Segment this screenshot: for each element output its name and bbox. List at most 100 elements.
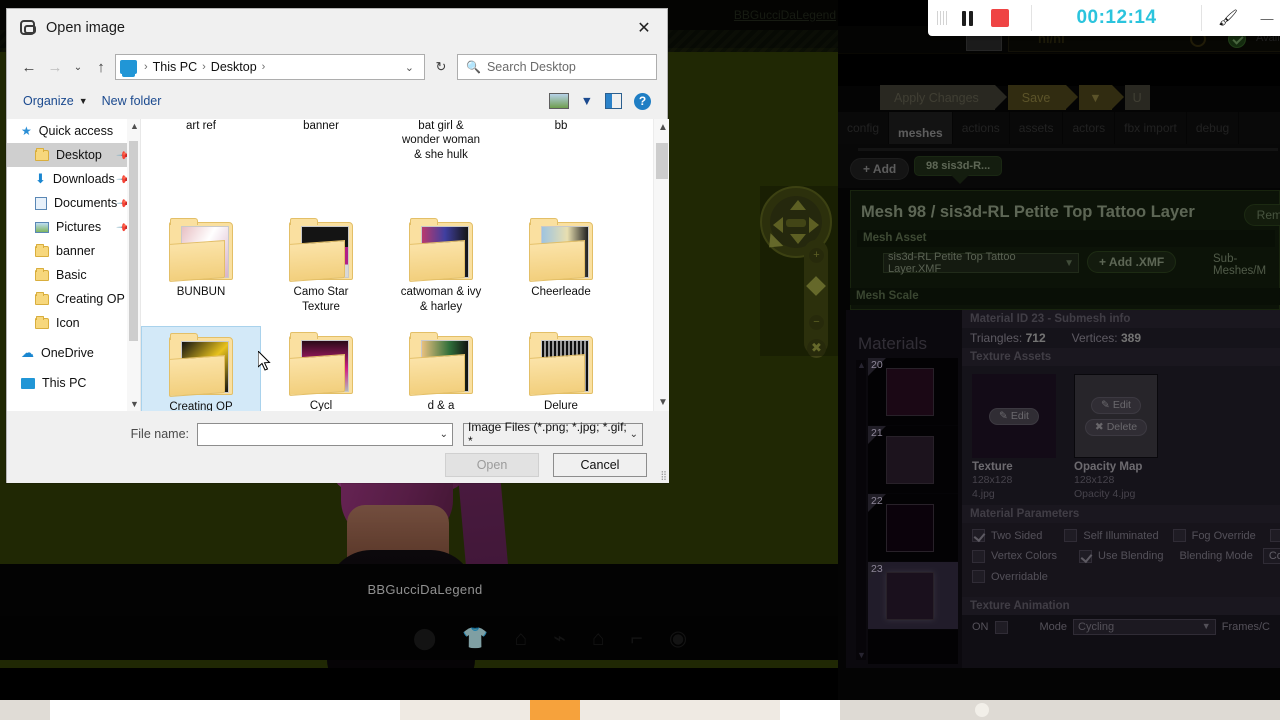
tab-fbx-import[interactable]: fbx import bbox=[1115, 112, 1187, 144]
places-scrollbar[interactable]: ▲ ▼ bbox=[127, 119, 140, 411]
windows-taskbar[interactable] bbox=[0, 700, 1280, 720]
view-icon[interactable] bbox=[548, 93, 569, 109]
scroll-up-icon[interactable]: ▲ bbox=[130, 121, 139, 131]
taskbar-segment[interactable] bbox=[580, 700, 780, 720]
taskbar-segment[interactable] bbox=[840, 700, 1280, 720]
material-item-20[interactable]: 20 bbox=[868, 358, 958, 426]
save-dropdown-button[interactable]: ▼ bbox=[1079, 85, 1125, 110]
file-name-field[interactable] bbox=[202, 427, 440, 441]
action-ribbon[interactable]: Apply Changes Save ▼ U bbox=[880, 85, 1150, 110]
navigation-gizmo[interactable]: + − ✖ bbox=[760, 186, 840, 358]
minimize-button[interactable]: — bbox=[1254, 11, 1280, 26]
dialog-nav-row[interactable]: ← → ⌄ ↑ › This PC › Desktop › ⌄ ↻ 🔍 Sear… bbox=[7, 47, 667, 87]
materials-area[interactable]: Materials ▲ ▼ 20 21 22 23 Material ID 23… bbox=[846, 310, 1280, 668]
texture-asset-opacity-map[interactable]: ✎ Edit ✖ Delete Opacity Map 128x128 Opac… bbox=[1074, 374, 1158, 501]
scroll-down-icon[interactable]: ▼ bbox=[658, 397, 668, 408]
file-item-banner[interactable]: banner bbox=[261, 119, 381, 168]
back-button[interactable]: ← bbox=[17, 54, 41, 80]
new-folder-button[interactable]: New folder bbox=[102, 94, 176, 108]
file-item-catwoman-ivy-harley[interactable]: catwoman & ivy & harley bbox=[381, 212, 501, 320]
texture-asset-texture[interactable]: ✎ Edit Texture 128x128 4.jpg bbox=[972, 374, 1056, 501]
brush-icon[interactable]: 🖌 bbox=[1202, 8, 1254, 28]
save-button[interactable]: Save bbox=[1007, 85, 1078, 110]
scroll-down-icon[interactable]: ▼ bbox=[130, 399, 139, 409]
materials-scrollbar[interactable]: ▲ ▼ bbox=[856, 360, 866, 660]
screen-recorder-widget[interactable]: 00:12:14 🖌 — bbox=[928, 0, 1280, 36]
file-item-d-and-a[interactable]: d & a bbox=[381, 326, 501, 411]
overridable-checkbox[interactable] bbox=[972, 570, 985, 584]
table-icon[interactable]: ⌁ bbox=[553, 628, 566, 649]
scroll-up-icon[interactable]: ▲ bbox=[857, 360, 866, 370]
self-illuminated-checkbox[interactable] bbox=[1064, 529, 1078, 543]
vertex-colors-checkbox[interactable] bbox=[972, 549, 985, 563]
file-item-bat-girl[interactable]: bat girl & wonder woman & she hulk bbox=[381, 119, 501, 168]
add-mesh-button[interactable]: + Add bbox=[850, 158, 910, 180]
places-item-desktop[interactable]: Desktop 📌 bbox=[7, 143, 140, 167]
taskbar-segment[interactable] bbox=[50, 700, 400, 720]
chevron-down-icon[interactable]: ⌄ bbox=[440, 429, 448, 440]
xmf-select[interactable]: sis3d-RL Petite Top Tattoo Layer.XMF ▼ bbox=[883, 251, 1079, 275]
materials-sidebar[interactable]: Materials ▲ ▼ 20 21 22 23 bbox=[846, 310, 962, 668]
file-grid[interactable]: art ref banner bat girl & wonder woman &… bbox=[141, 119, 669, 411]
close-icon[interactable]: ✕ bbox=[621, 9, 667, 47]
places-sidebar[interactable]: ★ Quick access Desktop 📌 ⬇ Downloads 📌 D… bbox=[7, 119, 141, 411]
pause-button[interactable] bbox=[962, 10, 973, 26]
file-item-creating-op[interactable]: Creating OP bbox=[141, 325, 261, 411]
places-item-onedrive[interactable]: ☁ OneDrive bbox=[7, 341, 140, 365]
skin-checkbox[interactable] bbox=[1269, 529, 1280, 543]
file-type-filter-select[interactable]: Image Files (*.png; *.jpg; *.gif; * ⌄ bbox=[463, 420, 643, 448]
organize-button[interactable]: Organize ▼ bbox=[23, 94, 102, 108]
remove-mesh-button[interactable]: Rem bbox=[1243, 204, 1280, 226]
taskbar-segment[interactable] bbox=[0, 700, 50, 720]
dialog-title-bar[interactable]: Open image ✕ bbox=[7, 9, 667, 47]
mesh-chip[interactable]: 98 sis3d-R... bbox=[914, 156, 1003, 184]
editor-tab-bar[interactable]: config meshes actions assets actors fbx … bbox=[838, 112, 1280, 144]
use-blending-checkbox[interactable] bbox=[1079, 549, 1093, 563]
boot-icon[interactable]: ⌐ bbox=[631, 628, 643, 649]
opacity-map-thumbnail[interactable]: ✎ Edit ✖ Delete bbox=[1074, 374, 1158, 458]
tab-meshes[interactable]: meshes bbox=[889, 112, 953, 144]
places-item-documents[interactable]: Documents 📌 bbox=[7, 191, 140, 215]
file-item-art-ref[interactable]: art ref bbox=[141, 119, 261, 168]
file-name-input[interactable]: ⌄ bbox=[197, 422, 453, 446]
taskbar-segment[interactable] bbox=[400, 700, 530, 720]
places-item-banner[interactable]: banner bbox=[7, 239, 140, 263]
blending-mode-select[interactable]: Composite bbox=[1262, 548, 1280, 565]
help-icon[interactable]: ? bbox=[634, 92, 651, 110]
search-input[interactable]: 🔍 Search Desktop bbox=[457, 54, 657, 80]
stop-button[interactable] bbox=[991, 9, 1009, 27]
taskbar-active-item[interactable] bbox=[530, 700, 580, 720]
file-item-camo-star-texture[interactable]: Camo Star Texture bbox=[261, 212, 381, 320]
cancel-button[interactable]: Cancel bbox=[553, 453, 647, 477]
hanger-icon[interactable]: ⌂ bbox=[515, 628, 528, 649]
texture-thumbnail[interactable]: ✎ Edit bbox=[972, 374, 1056, 458]
animation-on-checkbox[interactable] bbox=[994, 620, 1008, 634]
material-item-23[interactable]: 23 bbox=[868, 562, 958, 630]
file-item-delure[interactable]: Delure bbox=[501, 326, 621, 411]
taskbar-circle-icon[interactable] bbox=[975, 703, 989, 717]
file-item-cheerleade[interactable]: Cheerleade bbox=[501, 212, 621, 320]
view-chevron-down-icon[interactable]: ▼ bbox=[581, 94, 593, 108]
breadcrumb[interactable]: › This PC › Desktop › ⌄ bbox=[115, 54, 425, 80]
recent-locations-button[interactable]: ⌄ bbox=[69, 54, 87, 80]
tab-debug[interactable]: debug bbox=[1186, 112, 1240, 144]
open-button[interactable]: Open bbox=[445, 453, 539, 477]
taskbar-segment[interactable] bbox=[780, 700, 840, 720]
places-item-creating-op[interactable]: Creating OP bbox=[7, 287, 140, 311]
places-item-quick-access[interactable]: ★ Quick access bbox=[7, 119, 140, 143]
preview-pane-icon[interactable] bbox=[605, 93, 622, 109]
materials-list[interactable]: 20 21 22 23 bbox=[868, 358, 958, 664]
house-icon[interactable]: ⌂ bbox=[592, 628, 605, 649]
username-link-top[interactable]: BBGucciDaLegend bbox=[734, 8, 836, 22]
opacity-edit-button[interactable]: ✎ Edit bbox=[1091, 396, 1141, 414]
material-item-22[interactable]: 22 bbox=[868, 494, 958, 562]
viewport-tool-row[interactable]: ⬤ 👕 ⌂ ⌁ ⌂ ⌐ ◉ bbox=[0, 616, 850, 660]
scrollbar-thumb[interactable] bbox=[656, 143, 668, 179]
texture-edit-button[interactable]: ✎ Edit bbox=[989, 407, 1039, 425]
apply-changes-button[interactable]: Apply Changes bbox=[880, 85, 1007, 110]
tab-assets[interactable]: assets bbox=[1009, 112, 1064, 144]
refresh-button[interactable]: ↻ bbox=[427, 54, 455, 80]
tab-actors[interactable]: actors bbox=[1063, 112, 1116, 144]
up-button[interactable]: ↑ bbox=[89, 54, 113, 80]
tab-actions[interactable]: actions bbox=[952, 112, 1010, 144]
